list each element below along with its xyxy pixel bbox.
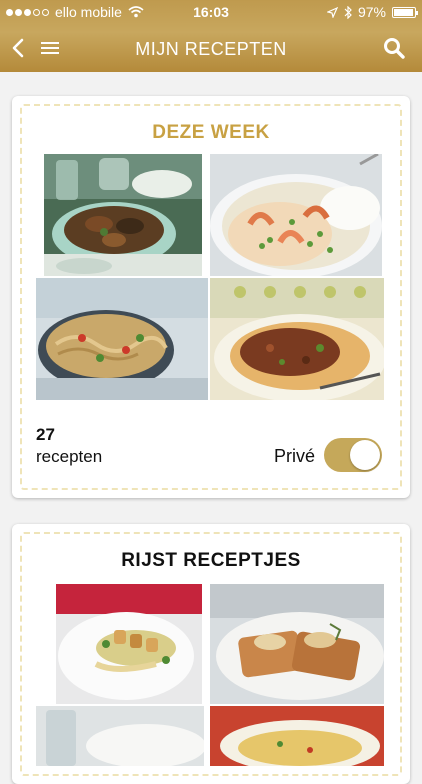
battery-icon [392,6,418,18]
collection-title: RIJST RECEPTJES [121,550,301,571]
recipe-photo[interactable] [210,584,384,704]
navigation-bar: MIJN RECEPTEN [0,24,422,72]
location-icon [326,6,338,18]
recipe-photo[interactable] [44,154,202,276]
recipe-photo[interactable] [210,278,384,400]
recipe-photo[interactable] [210,154,382,276]
recipe-collection-card[interactable]: RIJST RECEPTJES [12,524,410,784]
privacy-toggle[interactable] [324,438,382,472]
recipe-count: 27 recepten [36,424,102,468]
recipe-photo[interactable] [210,706,384,766]
page-title: MIJN RECEPTEN [135,39,287,59]
recipe-count-label: recepten [36,447,103,466]
recipe-photo[interactable] [36,706,204,766]
recipe-photo[interactable] [56,584,202,704]
recipe-collection-card[interactable]: DEZE WEEK 27 recepten Privé [12,96,410,498]
recipe-photo[interactable] [36,278,208,400]
app-header: ello mobile 16:03 97% MIJN RECEPTEN [0,0,422,72]
toggle-knob [350,440,380,470]
status-bar: ello mobile 16:03 97% [0,0,422,24]
recipe-count-number: 27 [36,425,55,444]
search-icon[interactable] [380,34,408,62]
collection-title: DEZE WEEK [152,122,270,143]
battery-percentage: 97% [357,4,386,20]
privacy-label: Privé [274,446,316,466]
bluetooth-icon [344,5,352,19]
